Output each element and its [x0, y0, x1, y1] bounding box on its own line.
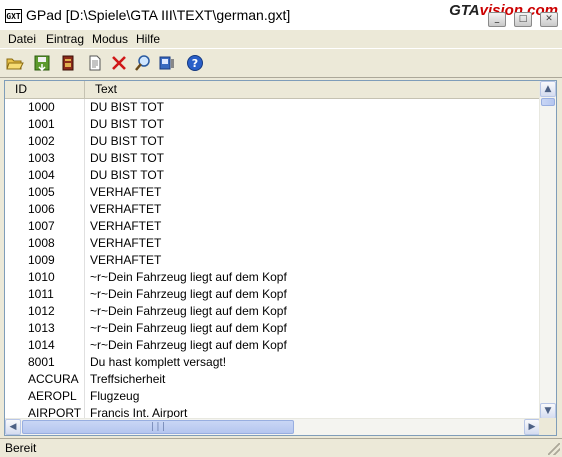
cell-text: VERHAFTET [90, 202, 162, 216]
cell-text: ~r~Dein Fahrzeug liegt auf dem Kopf [90, 304, 287, 318]
cell-id: 1009 [28, 253, 55, 267]
menu-datei[interactable]: Datei [8, 32, 36, 46]
cell-text: Flugzeug [90, 389, 140, 403]
cell-id: 1013 [28, 321, 55, 335]
table-row[interactable]: 1007 VERHAFTET [5, 218, 540, 235]
cell-id: 1006 [28, 202, 55, 216]
table-row[interactable]: 1008 VERHAFTET [5, 235, 540, 252]
cell-id: 1011 [28, 287, 54, 301]
list-header: ID Text [5, 81, 540, 99]
svg-text:?: ? [192, 57, 198, 70]
app-icon[interactable]: GXT [5, 9, 22, 23]
menu-bar: Datei Eintrag Modus Hilfe [0, 30, 562, 48]
list-rows: 1000 DU BIST TOT 1001 DU BIST TOT 1002 DU BIS… [5, 99, 540, 422]
table-row[interactable]: 1012 ~r~Dein Fahrzeug liegt auf dem Kopf [5, 303, 540, 320]
scroll-up-button[interactable]: ▲ [540, 81, 556, 97]
entries-list[interactable]: ID Text 1000 DU BIST TOT 1001 DU BIST TOT 10… [4, 80, 557, 436]
cell-id: 1008 [28, 236, 55, 250]
save-icon[interactable] [33, 54, 51, 72]
cell-text: ~r~Dein Fahrzeug liegt auf dem Kopf [90, 287, 287, 301]
table-row[interactable]: 1003 DU BIST TOT [5, 150, 540, 167]
cell-text: VERHAFTET [90, 185, 162, 199]
cell-text: VERHAFTET [90, 219, 162, 233]
watermark-part1: GTA [449, 2, 480, 19]
horizontal-scroll-thumb[interactable]: ||| [22, 420, 294, 434]
table-row[interactable]: 1000 DU BIST TOT [5, 99, 540, 116]
cell-text: ~r~Dein Fahrzeug liegt auf dem Kopf [90, 338, 287, 352]
cell-id: 1012 [28, 304, 55, 318]
menu-modus[interactable]: Modus [92, 32, 128, 46]
cell-id: 1010 [28, 270, 55, 284]
table-row[interactable]: AEROPL Flugzeug [5, 388, 540, 405]
properties-icon[interactable] [158, 54, 176, 72]
delete-icon[interactable] [110, 54, 128, 72]
status-text: Bereit [5, 441, 37, 455]
status-bar: Bereit [0, 438, 562, 457]
horizontal-scrollbar[interactable]: ◀ ||| ▶ [5, 418, 540, 435]
table-row[interactable]: 1002 DU BIST TOT [5, 133, 540, 150]
cell-id: 8001 [28, 355, 55, 369]
cell-text: ~r~Dein Fahrzeug liegt auf dem Kopf [90, 270, 287, 284]
cell-id: 1007 [28, 219, 55, 233]
maximize-button[interactable]: □ [514, 12, 532, 27]
open-folder-icon[interactable] [6, 54, 24, 72]
menu-eintrag[interactable]: Eintrag [46, 32, 84, 46]
cell-id: 1001 [28, 117, 55, 131]
vertical-scroll-thumb[interactable] [541, 98, 555, 106]
document-icon[interactable] [86, 54, 104, 72]
column-header-text[interactable]: Text [84, 81, 540, 98]
scroll-down-button[interactable]: ▼ [540, 403, 556, 419]
menu-hilfe[interactable]: Hilfe [136, 32, 160, 46]
table-row[interactable]: 1005 VERHAFTET [5, 184, 540, 201]
search-icon[interactable] [134, 54, 152, 72]
gpad-window: GXT GPad [D:\Spiele\GTA III\TEXT\german.… [0, 0, 562, 457]
scroll-right-button[interactable]: ▶ [524, 419, 540, 435]
cell-text: Treffsicherheit [90, 372, 166, 386]
cell-id: 1005 [28, 185, 55, 199]
table-row[interactable]: 1013 ~r~Dein Fahrzeug liegt auf dem Kopf [5, 320, 540, 337]
cell-id: AEROPL [28, 389, 77, 403]
cell-text: Du hast komplett versagt! [90, 355, 227, 369]
cell-text: DU BIST TOT [90, 117, 165, 131]
cell-text: DU BIST TOT [90, 134, 165, 148]
window-title: GPad [D:\Spiele\GTA III\TEXT\german.gxt] [26, 7, 291, 23]
table-row[interactable]: 1011 ~r~Dein Fahrzeug liegt auf dem Kopf [5, 286, 540, 303]
cell-id: 1004 [28, 168, 55, 182]
table-row[interactable]: 1006 VERHAFTET [5, 201, 540, 218]
cell-text: DU BIST TOT [90, 168, 165, 182]
cell-id: 1014 [28, 338, 55, 352]
table-row[interactable]: 1010 ~r~Dein Fahrzeug liegt auf dem Kopf [5, 269, 540, 286]
toolbar: ? [0, 48, 562, 78]
help-icon[interactable]: ? [186, 54, 204, 72]
title-bar[interactable]: GXT GPad [D:\Spiele\GTA III\TEXT\german.… [0, 0, 562, 30]
table-row[interactable]: 1009 VERHAFTET [5, 252, 540, 269]
cell-text: DU BIST TOT [90, 151, 165, 165]
cell-id: 1000 [28, 100, 55, 114]
table-row[interactable]: 8001 Du hast komplett versagt! [5, 354, 540, 371]
cell-id: ACCURA [28, 372, 79, 386]
vertical-scrollbar[interactable]: ▲ ▼ [539, 81, 556, 419]
cell-id: 1002 [28, 134, 55, 148]
book-icon[interactable] [59, 54, 77, 72]
scroll-left-button[interactable]: ◀ [5, 419, 21, 435]
cell-text: ~r~Dein Fahrzeug liegt auf dem Kopf [90, 321, 287, 335]
scrollbar-corner [539, 418, 556, 435]
cell-text: DU BIST TOT [90, 100, 165, 114]
cell-text: VERHAFTET [90, 253, 162, 267]
cell-text: VERHAFTET [90, 236, 162, 250]
resize-grip[interactable] [548, 443, 560, 455]
cell-id: 1003 [28, 151, 55, 165]
minimize-button[interactable]: _ [488, 12, 506, 27]
table-row[interactable]: ACCURA Treffsicherheit [5, 371, 540, 388]
table-row[interactable]: 1014 ~r~Dein Fahrzeug liegt auf dem Kopf [5, 337, 540, 354]
table-row[interactable]: 1001 DU BIST TOT [5, 116, 540, 133]
close-button[interactable]: ✕ [540, 12, 558, 27]
column-header-id[interactable]: ID [5, 81, 83, 98]
table-row[interactable]: 1004 DU BIST TOT [5, 167, 540, 184]
